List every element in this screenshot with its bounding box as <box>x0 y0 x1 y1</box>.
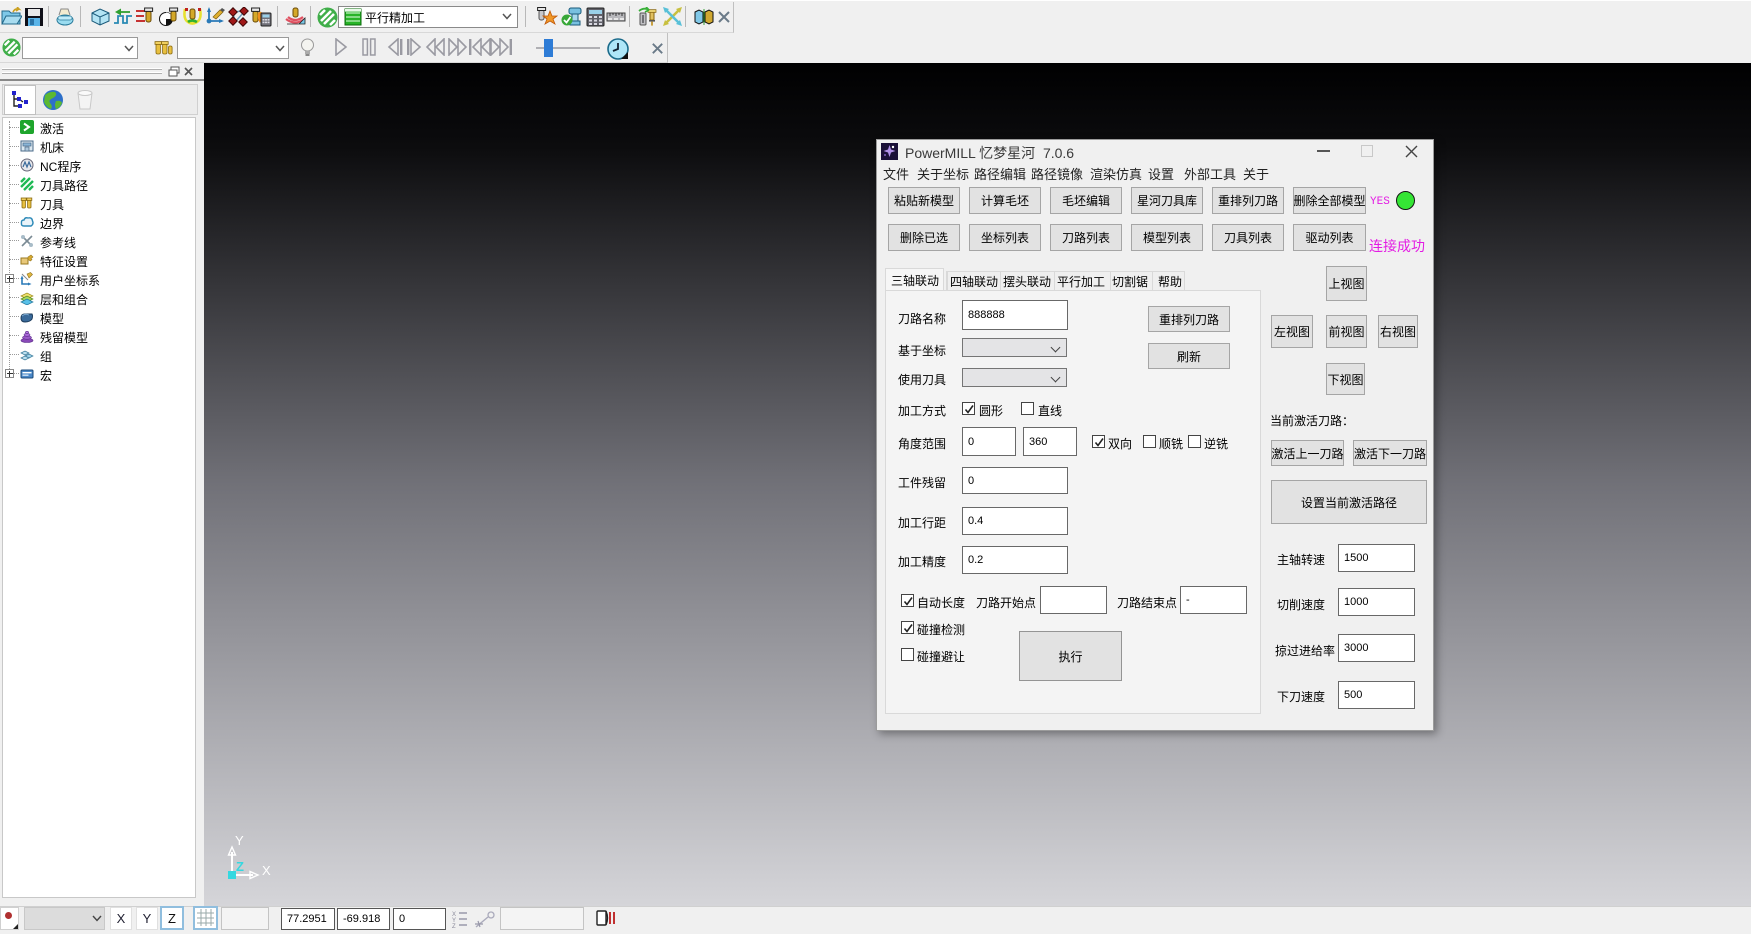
svg-text:Y: Y <box>235 833 244 848</box>
svg-text:Z: Z <box>452 924 456 928</box>
svg-text:X: X <box>262 863 271 878</box>
svg-text:Z: Z <box>236 859 244 874</box>
